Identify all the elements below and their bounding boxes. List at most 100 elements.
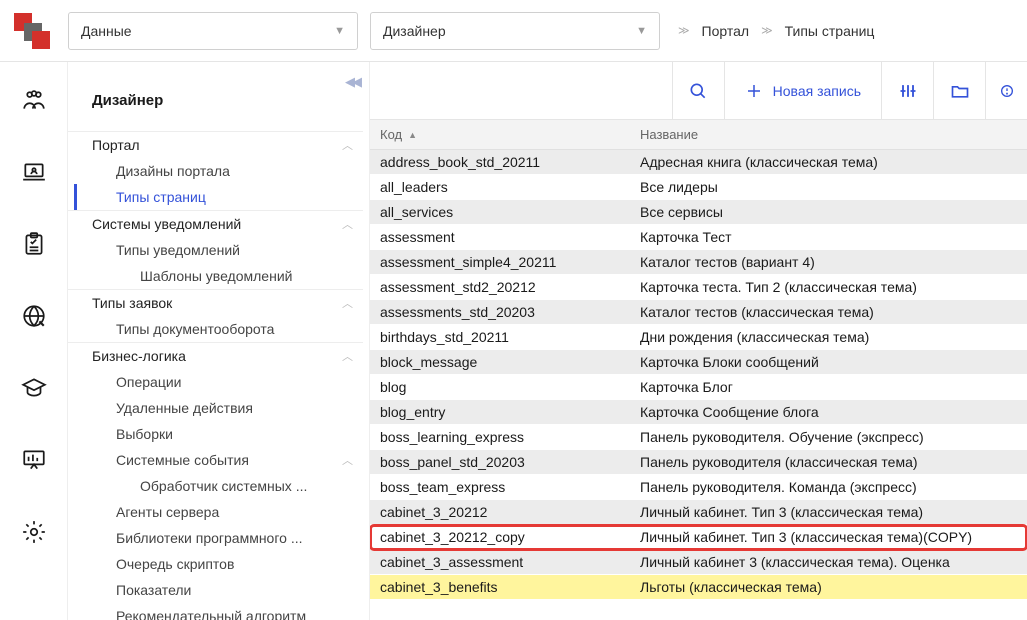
cell-name: Панель руководителя. Команда (экспресс) [630, 475, 1027, 499]
sidebar-title: Дизайнер [68, 62, 369, 131]
tree-group[interactable]: Системы уведомлений︿ [68, 210, 363, 237]
gear-icon[interactable] [20, 518, 48, 546]
tree-item[interactable]: Типы уведомлений [68, 237, 363, 263]
tree-group[interactable]: Типы заявок︿ [68, 289, 363, 316]
cell-code: boss_learning_express [370, 425, 630, 449]
tree-item[interactable]: Выборки [68, 421, 363, 447]
cell-code: assessment_std2_20212 [370, 275, 630, 299]
new-record-label: Новая запись [773, 83, 861, 99]
cell-name: Карточка теста. Тип 2 (классическая тема… [630, 275, 1027, 299]
cell-name: Все сервисы [630, 200, 1027, 224]
presentation-icon[interactable] [20, 446, 48, 474]
breadcrumb-item[interactable]: Типы страниц [785, 23, 875, 39]
tree-item[interactable]: Системные события︿ [68, 447, 363, 473]
cell-name: Дни рождения (классическая тема) [630, 325, 1027, 349]
table-row[interactable]: cabinet_3_20212Личный кабинет. Тип 3 (кл… [370, 500, 1027, 525]
folder-button[interactable] [933, 62, 985, 120]
cell-code: address_book_std_20211 [370, 150, 630, 174]
cell-code: assessment_simple4_20211 [370, 250, 630, 274]
chevron-right-icon: ≫ [761, 24, 773, 37]
cell-name: Карточка Блоки сообщений [630, 350, 1027, 374]
cell-code: block_message [370, 350, 630, 374]
tree-item[interactable]: Дизайны портала [68, 158, 363, 184]
app-logo [14, 13, 50, 49]
cell-name: Каталог тестов (вариант 4) [630, 250, 1027, 274]
cell-name: Панель руководителя. Обучение (экспресс) [630, 425, 1027, 449]
caret-down-icon: ▼ [636, 25, 647, 37]
tree-item[interactable]: Агенты сервера [68, 499, 363, 525]
data-grid: Код ▲ Название address_book_std_20211Адр… [370, 120, 1027, 620]
table-row[interactable]: cabinet_3_assessmentЛичный кабинет 3 (кл… [370, 550, 1027, 575]
table-row[interactable]: assessmentКарточка Тест [370, 225, 1027, 250]
nav-tree: Портал︿Дизайны порталаТипы страницСистем… [68, 131, 369, 620]
tree-item[interactable]: Обработчик системных ... [68, 473, 363, 499]
table-row[interactable]: assessments_std_20203Каталог тестов (кла… [370, 300, 1027, 325]
table-row[interactable]: boss_learning_expressПанель руководителя… [370, 425, 1027, 450]
cell-name: Адресная книга (классическая тема) [630, 150, 1027, 174]
new-record-button[interactable]: Новая запись [724, 62, 881, 120]
laptop-icon[interactable] [20, 158, 48, 186]
cell-name: Каталог тестов (классическая тема) [630, 300, 1027, 324]
chevron-up-icon: ︿ [342, 137, 353, 153]
chevron-up-icon: ︿ [342, 216, 353, 232]
people-icon[interactable] [20, 86, 48, 114]
table-row[interactable]: boss_team_expressПанель руководителя. Ко… [370, 475, 1027, 500]
columns-button[interactable] [881, 62, 933, 120]
topbar: Данные ▼ Дизайнер ▼ ≫ Портал ≫ Типы стра… [0, 0, 1027, 62]
table-row[interactable]: all_servicesВсе сервисы [370, 200, 1027, 225]
more-button[interactable] [985, 62, 1027, 120]
search-button[interactable] [672, 62, 724, 120]
tree-item[interactable]: Операции [68, 369, 363, 395]
scope-dropdown[interactable]: Данные ▼ [68, 12, 358, 50]
table-row[interactable]: block_messageКарточка Блоки сообщений [370, 350, 1027, 375]
table-row[interactable]: assessment_simple4_20211Каталог тестов (… [370, 250, 1027, 275]
cell-code: all_services [370, 200, 630, 224]
globe-icon[interactable] [20, 302, 48, 330]
tree-group[interactable]: Бизнес-логика︿ [68, 342, 363, 369]
sort-asc-icon: ▲ [408, 130, 417, 140]
main-area: Новая запись Код ▲ Название [370, 62, 1027, 620]
table-row[interactable]: cabinet_3_benefitsЛьготы (классическая т… [370, 575, 1027, 600]
table-row[interactable]: address_book_std_20211Адресная книга (кл… [370, 150, 1027, 175]
cell-code: cabinet_3_assessment [370, 550, 630, 574]
cell-code: assessments_std_20203 [370, 300, 630, 324]
cell-code: boss_panel_std_20203 [370, 450, 630, 474]
cell-name: Карточка Блог [630, 375, 1027, 399]
cell-code: boss_team_express [370, 475, 630, 499]
tree-item[interactable]: Рекомендательный алгоритм [68, 603, 363, 620]
tree-item[interactable]: Показатели [68, 577, 363, 603]
table-row[interactable]: blog_entryКарточка Сообщение блога [370, 400, 1027, 425]
cell-code: assessment [370, 225, 630, 249]
sidebar: ◀◀ Дизайнер Портал︿Дизайны порталаТипы с… [68, 62, 370, 620]
tree-item[interactable]: Шаблоны уведомлений [68, 263, 363, 289]
table-row[interactable]: blogКарточка Блог [370, 375, 1027, 400]
col-header-name[interactable]: Название [630, 120, 1027, 149]
chevron-up-icon: ︿ [342, 348, 353, 364]
table-row[interactable]: assessment_std2_20212Карточка теста. Тип… [370, 275, 1027, 300]
graduation-icon[interactable] [20, 374, 48, 402]
cell-name: Карточка Сообщение блога [630, 400, 1027, 424]
breadcrumb-item[interactable]: Портал [702, 23, 750, 39]
tree-item[interactable]: Типы документооборота [68, 316, 363, 342]
toolbar: Новая запись [370, 62, 1027, 120]
cell-code: cabinet_3_20212_copy [370, 525, 630, 549]
cell-name: Панель руководителя (классическая тема) [630, 450, 1027, 474]
clipboard-icon[interactable] [20, 230, 48, 258]
cell-name: Все лидеры [630, 175, 1027, 199]
collapse-sidebar-icon[interactable]: ◀◀ [345, 74, 359, 90]
cell-name: Личный кабинет. Тип 3 (классическая тема… [630, 525, 1027, 549]
tree-group[interactable]: Портал︿ [68, 131, 363, 158]
col-header-code[interactable]: Код ▲ [370, 120, 630, 149]
chevron-up-icon: ︿ [342, 295, 353, 311]
tree-item[interactable]: Типы страниц [68, 184, 363, 210]
section-dropdown[interactable]: Дизайнер ▼ [370, 12, 660, 50]
table-row[interactable]: all_leadersВсе лидеры [370, 175, 1027, 200]
table-row[interactable]: boss_panel_std_20203Панель руководителя … [370, 450, 1027, 475]
tree-item[interactable]: Очередь скриптов [68, 551, 363, 577]
cell-code: blog_entry [370, 400, 630, 424]
tree-item[interactable]: Удаленные действия [68, 395, 363, 421]
table-row[interactable]: birthdays_std_20211Дни рождения (классич… [370, 325, 1027, 350]
chevron-up-icon: ︿ [342, 452, 353, 468]
table-row[interactable]: cabinet_3_20212_copyЛичный кабинет. Тип … [370, 525, 1027, 550]
tree-item[interactable]: Библиотеки программного ... [68, 525, 363, 551]
